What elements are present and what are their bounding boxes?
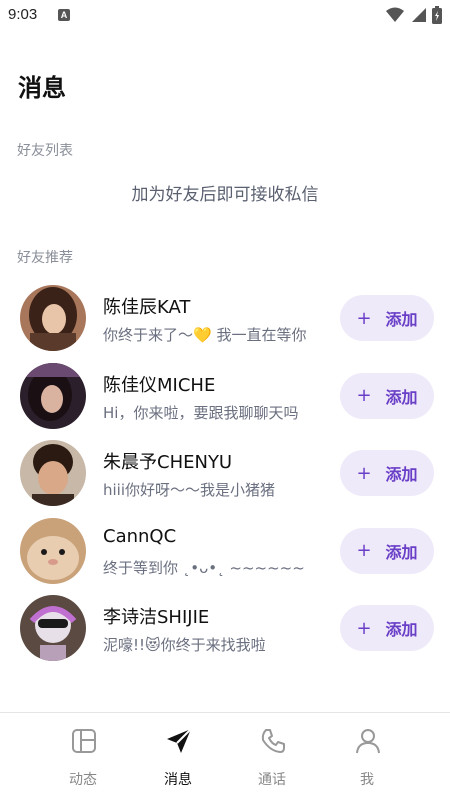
avatar[interactable]	[20, 362, 86, 429]
add-friend-button[interactable]: + 添加	[340, 372, 434, 419]
list-item[interactable]: CannQC 终于等到你 ˛•ᴗ•˛ ~~~~~~ + 添加	[0, 516, 450, 594]
contact-message: 终于等到你 ˛•ᴗ•˛ ~~~~~~	[103, 558, 305, 577]
add-button-label: 添加	[385, 310, 418, 329]
user-icon	[356, 729, 380, 754]
plus-icon: +	[356, 540, 372, 561]
contact-name: CannQC	[103, 525, 177, 547]
bottom-tab-bar: 动态 消息 通话 我	[0, 712, 450, 800]
tab-feed[interactable]: 动态	[33, 713, 133, 800]
add-friend-button[interactable]: + 添加	[340, 450, 434, 496]
contact-name: 朱晨予CHENYU	[103, 452, 233, 473]
signal-icon	[412, 8, 426, 22]
app-notification-icon: A	[58, 9, 70, 21]
plus-icon: +	[356, 617, 372, 639]
contact-name: 陈佳仪MICHE	[103, 374, 216, 396]
avatar[interactable]	[20, 285, 86, 351]
add-friend-button[interactable]: + 添加	[340, 295, 434, 341]
add-friend-button[interactable]: + 添加	[340, 605, 434, 651]
contact-name: 陈佳辰KAT	[103, 297, 191, 318]
send-icon	[167, 728, 192, 753]
page-title: 消息	[18, 74, 66, 102]
battery-icon	[432, 6, 442, 24]
wifi-icon	[386, 7, 404, 22]
recommend-section-label: 好友推荐	[17, 250, 73, 266]
tab-messages[interactable]: 消息	[128, 713, 228, 800]
tab-label: 消息	[164, 772, 192, 788]
status-bar: 9:03 A	[0, 0, 450, 30]
add-button-label: 添加	[385, 387, 418, 407]
add-button-label: 添加	[385, 620, 418, 639]
list-item[interactable]: 陈佳辰KAT 你终于来了～💛 我一直在等你 + 添加	[0, 283, 450, 361]
plus-icon: +	[356, 385, 372, 406]
contact-name: 李诗洁SHIJIE	[103, 607, 210, 628]
contact-message: 你终于来了～💛 我一直在等你	[103, 326, 307, 344]
friends-section-label: 好友列表	[17, 143, 73, 159]
list-item[interactable]: 朱晨予CHENYU hiii你好呀～～我是小猪猪 + 添加	[0, 438, 450, 516]
contact-message: 泥嚎!!😻你终于来找我啦	[103, 636, 266, 654]
layout-icon	[72, 729, 96, 753]
tab-label: 动态	[69, 772, 97, 788]
recommend-list: 陈佳辰KAT 你终于来了～💛 我一直在等你 + 添加 陈佳仪MICHE Hi，你…	[0, 283, 450, 671]
status-time: 9:03	[8, 6, 38, 23]
status-indicators	[386, 6, 442, 24]
list-item[interactable]: 陈佳仪MICHE Hi，你来啦，要跟我聊聊天吗 + 添加	[0, 361, 450, 439]
plus-icon: +	[356, 462, 372, 484]
contact-message: hiii你好呀～～我是小猪猪	[103, 481, 276, 499]
add-button-label: 添加	[385, 542, 418, 562]
tab-label: 我	[360, 772, 374, 788]
friends-empty-hint: 加为好友后即可接收私信	[131, 185, 319, 205]
plus-icon: +	[356, 307, 372, 329]
avatar[interactable]	[20, 595, 86, 661]
add-button-label: 添加	[385, 465, 418, 484]
tab-label: 通话	[258, 772, 286, 788]
tab-me[interactable]: 我	[317, 713, 417, 800]
phone-icon	[261, 729, 285, 753]
avatar[interactable]	[20, 517, 86, 584]
tab-calls[interactable]: 通话	[222, 713, 322, 800]
avatar[interactable]	[20, 440, 86, 506]
contact-message: Hi，你来啦，要跟我聊聊天吗	[103, 403, 299, 422]
list-item[interactable]: 李诗洁SHIJIE 泥嚎!!😻你终于来找我啦 + 添加	[0, 593, 450, 671]
add-friend-button[interactable]: + 添加	[340, 527, 434, 574]
